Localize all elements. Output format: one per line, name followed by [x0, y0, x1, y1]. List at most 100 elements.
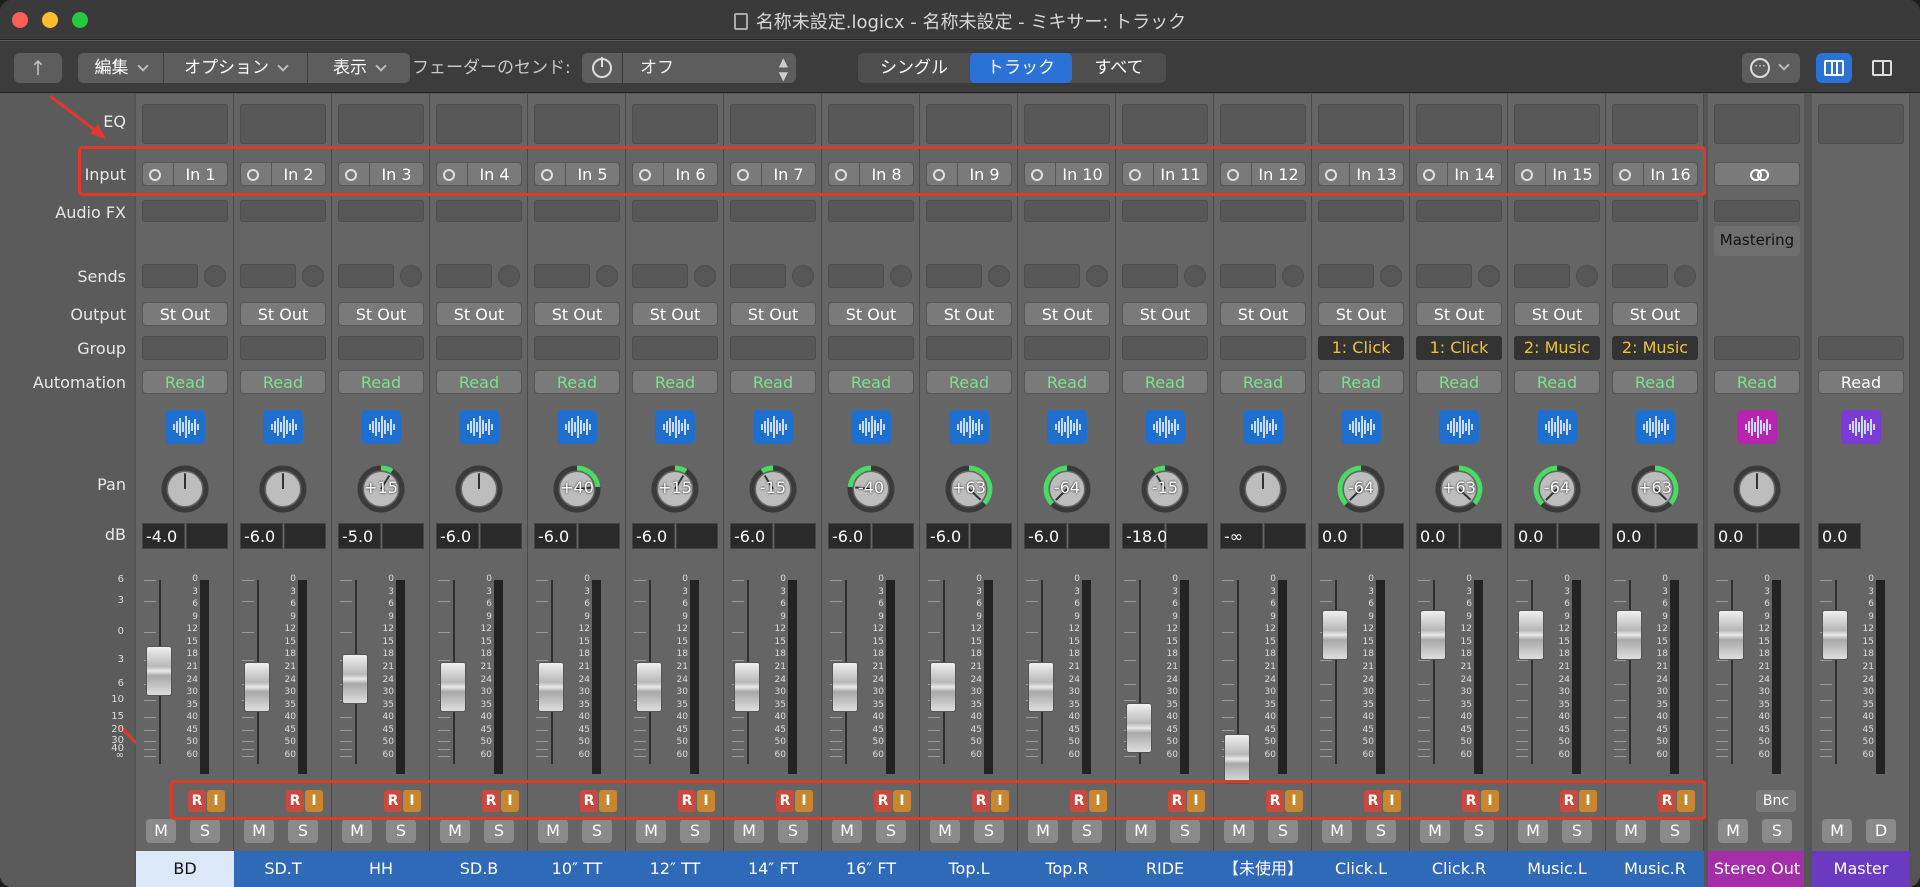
group-slot[interactable] [338, 336, 424, 360]
solo-button[interactable]: S [1366, 819, 1396, 843]
output-button[interactable]: St Out [632, 302, 718, 326]
track-name[interactable]: Click.L [1312, 851, 1410, 887]
group-slot[interactable] [926, 336, 1012, 360]
pan-knob[interactable]: +15 [354, 462, 408, 516]
mute-button[interactable]: M [1616, 819, 1646, 843]
mute-button[interactable]: M [146, 819, 176, 843]
group-slot[interactable] [436, 336, 522, 360]
output-button[interactable]: St Out [338, 302, 424, 326]
send-knob[interactable] [400, 265, 422, 287]
track-name[interactable]: 10″ TT [528, 851, 626, 887]
send-slot[interactable] [1612, 264, 1668, 288]
mute-button[interactable]: M [832, 819, 862, 843]
audio-fx-slot[interactable] [730, 200, 816, 222]
mute-button[interactable]: M [734, 819, 764, 843]
track-name[interactable]: 16″ FT [822, 851, 920, 887]
mute-button[interactable]: M [1028, 819, 1058, 843]
send-knob[interactable] [1184, 265, 1206, 287]
send-knob[interactable] [792, 265, 814, 287]
solo-button[interactable]: S [680, 819, 710, 843]
pan-knob[interactable]: +15 [648, 462, 702, 516]
volume-fader[interactable] [1518, 610, 1544, 660]
group-slot[interactable] [828, 336, 914, 360]
automation-button[interactable]: Read [1318, 370, 1404, 394]
eq-slot[interactable] [240, 104, 326, 144]
automation-button[interactable]: Read [534, 370, 620, 394]
send-knob[interactable] [694, 265, 716, 287]
solo-button[interactable]: D [1866, 819, 1896, 843]
all-mode-button[interactable]: すべて [1072, 53, 1166, 83]
solo-button[interactable]: S [484, 819, 514, 843]
send-slot[interactable] [1416, 264, 1472, 288]
send-slot[interactable] [1514, 264, 1570, 288]
output-button[interactable]: St Out [240, 302, 326, 326]
volume-fader[interactable] [930, 662, 956, 712]
volume-value[interactable]: -6.0 [730, 523, 773, 549]
track-name[interactable]: Click.R [1410, 851, 1508, 887]
volume-fader[interactable] [1616, 610, 1642, 660]
eq-slot[interactable] [1514, 104, 1600, 144]
track-name[interactable]: 【未使用】 [1214, 851, 1312, 887]
group-slot[interactable] [1122, 336, 1208, 360]
volume-value[interactable]: -6.0 [240, 523, 283, 549]
audio-fx-slot[interactable] [1122, 200, 1208, 222]
output-button[interactable]: St Out [926, 302, 1012, 326]
solo-button[interactable]: S [778, 819, 808, 843]
group-slot[interactable] [1220, 336, 1306, 360]
group-slot[interactable] [730, 336, 816, 360]
send-knob[interactable] [1086, 265, 1108, 287]
pan-knob[interactable]: +63 [1628, 462, 1682, 516]
volume-fader[interactable] [440, 662, 466, 712]
send-slot[interactable] [338, 264, 394, 288]
mastering-plugin-slot[interactable]: Mastering [1714, 226, 1800, 256]
solo-button[interactable]: S [190, 819, 220, 843]
solo-button[interactable]: S [386, 819, 416, 843]
eq-slot[interactable] [534, 104, 620, 144]
volume-fader[interactable] [734, 662, 760, 712]
track-name[interactable]: RIDE [1116, 851, 1214, 887]
eq-slot[interactable] [828, 104, 914, 144]
send-slot[interactable] [632, 264, 688, 288]
output-button[interactable]: St Out [730, 302, 816, 326]
audio-fx-slot[interactable] [1318, 200, 1404, 222]
fader-send-select[interactable]: オフ ▲ ▼ [582, 53, 796, 83]
pan-knob[interactable]: -64 [1040, 462, 1094, 516]
volume-value[interactable]: 0.0 [1416, 523, 1459, 549]
audio-fx-slot[interactable] [1514, 200, 1600, 222]
solo-button[interactable]: S [1072, 819, 1102, 843]
audio-fx-slot[interactable] [142, 200, 228, 222]
track-name[interactable]: Master [1812, 851, 1910, 887]
track-name[interactable]: Top.R [1018, 851, 1116, 887]
mute-button[interactable]: M [1322, 819, 1352, 843]
volume-fader[interactable] [1420, 610, 1446, 660]
audio-fx-slot[interactable] [534, 200, 620, 222]
send-knob[interactable] [1478, 265, 1500, 287]
pan-knob[interactable]: +63 [942, 462, 996, 516]
automation-button[interactable]: Read [632, 370, 718, 394]
group-slot[interactable] [534, 336, 620, 360]
volume-value[interactable]: 0.0 [1714, 523, 1757, 549]
mute-button[interactable]: M [1822, 819, 1852, 843]
audio-fx-slot[interactable] [632, 200, 718, 222]
send-knob[interactable] [1380, 265, 1402, 287]
pan-knob[interactable] [1236, 462, 1290, 516]
audio-fx-slot[interactable] [1024, 200, 1110, 222]
automation-button[interactable]: Read [240, 370, 326, 394]
group-badge[interactable]: 2: Music [1514, 336, 1600, 360]
mute-button[interactable]: M [930, 819, 960, 843]
group-badge[interactable]: 1: Click [1318, 336, 1404, 360]
send-knob[interactable] [988, 265, 1010, 287]
pan-knob[interactable]: -64 [1334, 462, 1388, 516]
volume-value[interactable]: -6.0 [632, 523, 675, 549]
volume-fader[interactable] [342, 654, 368, 704]
volume-fader[interactable] [1028, 662, 1054, 712]
send-knob[interactable] [1674, 265, 1696, 287]
automation-button[interactable]: Read [1514, 370, 1600, 394]
eq-slot[interactable] [730, 104, 816, 144]
automation-button[interactable]: Read [1612, 370, 1698, 394]
send-knob[interactable] [1576, 265, 1598, 287]
volume-value[interactable]: -18.0 [1122, 523, 1167, 549]
eq-slot[interactable] [142, 104, 228, 144]
output-button[interactable]: St Out [828, 302, 914, 326]
output-button[interactable]: St Out [1514, 302, 1600, 326]
